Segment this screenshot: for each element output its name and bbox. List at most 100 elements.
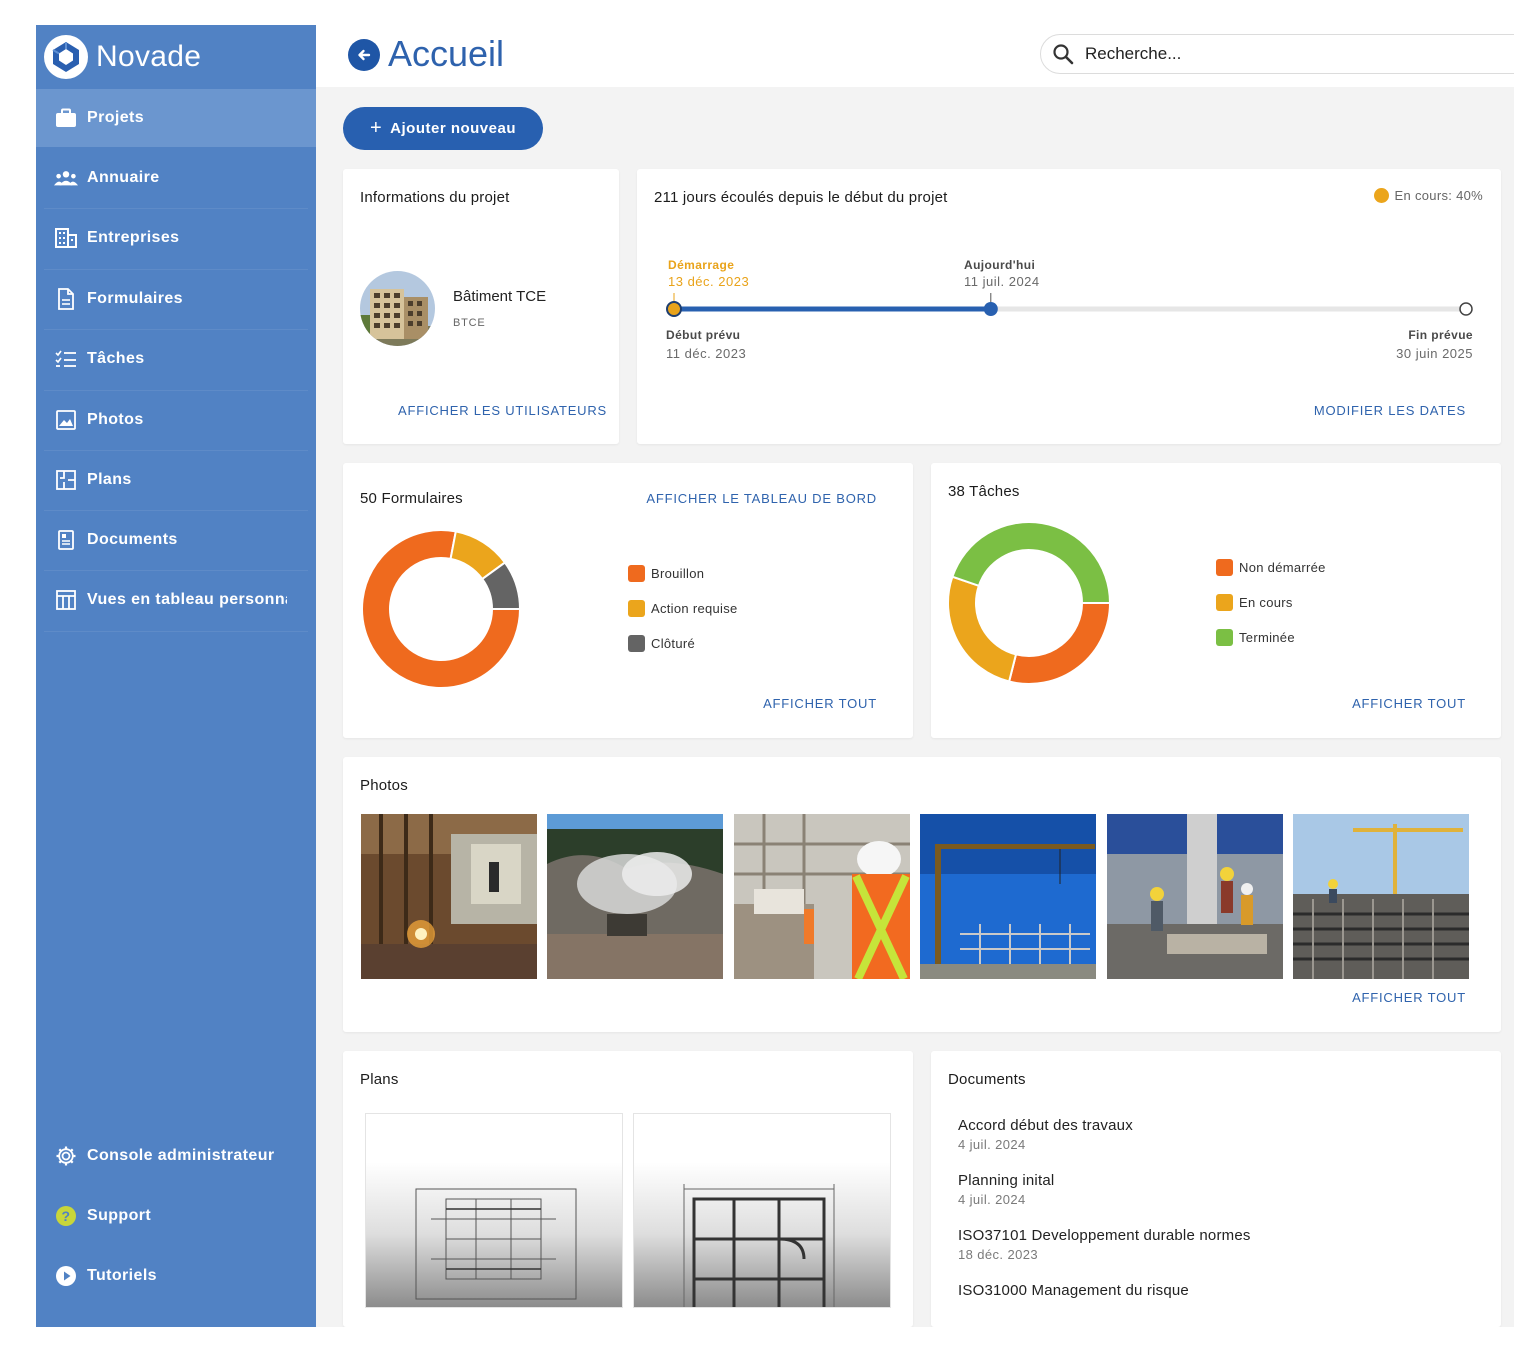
sidebar-item-label: Photos	[87, 411, 144, 428]
users-icon	[54, 166, 78, 190]
project-name: Bâtiment TCE	[453, 288, 547, 305]
sidebar-item-label: Support	[87, 1207, 152, 1224]
sidebar-item-plans[interactable]: Plans	[36, 451, 316, 509]
page-title: Accueil	[388, 33, 505, 74]
sidebar-item-formulaires[interactable]: Formulaires	[36, 270, 316, 328]
card-title: 211 jours écoulés depuis le début du pro…	[654, 189, 948, 206]
tasks-card: 38 Tâches Non démarrée En cours Terminée A…	[931, 463, 1501, 738]
photo-thumbnail[interactable]	[1107, 814, 1283, 979]
sidebar-item-admin-console[interactable]: Console administrateur	[36, 1127, 316, 1185]
add-new-button[interactable]: + Ajouter nouveau	[343, 107, 543, 150]
sidebar-item-label: Formulaires	[87, 290, 183, 307]
forms-show-all-link[interactable]: AFFICHER TOUT	[763, 696, 877, 711]
status-dot	[1373, 188, 1389, 203]
sidebar-item-annuaire[interactable]: Annuaire	[36, 149, 316, 207]
card-title: 38 Tâches	[948, 483, 1020, 500]
forms-card: 50 Formulaires AFFICHER LE TABLEAU DE BO…	[343, 463, 913, 738]
legend-item[interactable]: Brouillon	[628, 565, 704, 582]
legend-item[interactable]: En cours	[1216, 594, 1293, 611]
planned-start-label: Début prévu	[666, 328, 741, 342]
project-timeline-card: 211 jours écoulés depuis le début du pro…	[637, 169, 1501, 444]
novade-logo-icon	[44, 35, 88, 79]
photo-thumbnail[interactable]	[361, 814, 537, 979]
document-name: Planning inital	[958, 1172, 1055, 1189]
project-info-card: Informations du projet Bâtiment TCE BTCE…	[343, 169, 619, 444]
sidebar-item-tutoriels[interactable]: Tutoriels	[36, 1247, 316, 1305]
legend-item[interactable]: Non démarrée	[1216, 559, 1326, 576]
sidebar-item-documents[interactable]: Documents	[36, 511, 316, 569]
search-input[interactable]	[1085, 44, 1485, 64]
card-title: Documents	[948, 1071, 1026, 1088]
photos-show-all-link[interactable]: AFFICHER TOUT	[1352, 990, 1466, 1005]
project-code: BTCE	[453, 317, 486, 329]
building-icon	[54, 226, 78, 250]
legend-item[interactable]: Terminée	[1216, 629, 1295, 646]
help-icon: ?	[54, 1204, 78, 1228]
table-icon	[54, 588, 78, 612]
planned-end-label: Fin prévue	[1408, 328, 1473, 342]
photo-thumbnail[interactable]	[1293, 814, 1469, 979]
card-title: Informations du projet	[360, 189, 510, 206]
edit-dates-link[interactable]: MODIFIER LES DATES	[1314, 403, 1466, 418]
search-bar[interactable]	[1040, 34, 1514, 74]
sidebar-item-photos[interactable]: Photos	[36, 391, 316, 449]
legend-label: Action requise	[651, 601, 738, 616]
arrow-left-icon	[358, 49, 371, 61]
project-avatar[interactable]	[360, 271, 435, 346]
sidebar-item-taches[interactable]: Tâches	[36, 330, 316, 388]
sidebar-item-support[interactable]: ? Support	[36, 1187, 316, 1245]
show-dashboard-link[interactable]: AFFICHER LE TABLEAU DE BORD	[646, 491, 877, 506]
back-button[interactable]	[348, 39, 380, 71]
document-name: Accord début des travaux	[958, 1117, 1133, 1134]
donut-slice-non-d-marr-e[interactable]	[1007, 602, 1111, 685]
sidebar-item-label: Tâches	[87, 350, 145, 367]
tasks-donut-chart	[947, 521, 1111, 685]
plan-thumbnail[interactable]	[633, 1113, 891, 1308]
image-icon	[54, 408, 78, 432]
legend-label: Clôturé	[651, 636, 696, 651]
sidebar-item-label: Tutoriels	[87, 1267, 157, 1284]
photo-thumbnail[interactable]	[920, 814, 1096, 979]
play-icon	[54, 1264, 78, 1288]
photo-thumbnail[interactable]	[734, 814, 910, 979]
today-label: Aujourd'hui	[964, 258, 1036, 272]
sidebar-item-label: Documents	[87, 531, 178, 548]
app-window: Novade Projets Annuaire Entreprises Form…	[36, 25, 1514, 1327]
show-users-link[interactable]: AFFICHER LES UTILISATEURS	[398, 403, 607, 418]
document-date: 4 juil. 2024	[958, 1192, 1026, 1207]
floor-plan-icon	[54, 468, 78, 492]
legend-label: Terminée	[1239, 630, 1295, 645]
photo-thumbnail[interactable]	[547, 814, 723, 979]
sidebar-item-label: Console administrateur	[87, 1147, 275, 1164]
document-date: 18 déc. 2023	[958, 1247, 1038, 1262]
top-header: Accueil	[316, 25, 1514, 87]
plans-card: Plans	[343, 1051, 913, 1327]
legend-swatch	[1216, 559, 1233, 576]
timeline-bar	[666, 293, 1473, 317]
documents-card: Documents Accord début des travaux 4 jui…	[931, 1051, 1501, 1327]
plus-icon: +	[369, 117, 383, 139]
app-name: Novade	[96, 40, 202, 73]
start-marker	[666, 301, 682, 317]
plan-thumbnail[interactable]	[365, 1113, 623, 1308]
document-icon	[54, 528, 78, 552]
sidebar-item-label: Vues en tableau personna	[87, 591, 287, 608]
legend-swatch	[1216, 594, 1233, 611]
sidebar-item-projets[interactable]: Projets	[36, 89, 316, 147]
document-date: 4 juil. 2024	[958, 1137, 1026, 1152]
brand[interactable]: Novade	[36, 25, 316, 89]
donut-slice-en-cours[interactable]	[947, 575, 1018, 683]
legend-item[interactable]: Action requise	[628, 600, 738, 617]
sidebar-item-custom-table-views[interactable]: Vues en tableau personna	[36, 571, 316, 629]
planned-start-date: 11 déc. 2023	[666, 346, 747, 361]
planned-end-date: 30 juin 2025	[1396, 346, 1473, 361]
search-icon	[1053, 44, 1074, 65]
sidebar-item-label: Annuaire	[87, 169, 160, 186]
svg-text:?: ?	[62, 1208, 71, 1224]
legend-item[interactable]: Clôturé	[628, 635, 695, 652]
tasks-show-all-link[interactable]: AFFICHER TOUT	[1352, 696, 1466, 711]
legend-swatch	[628, 565, 645, 582]
legend-label: En cours	[1239, 595, 1293, 610]
sidebar-item-entreprises[interactable]: Entreprises	[36, 209, 316, 267]
forms-donut-chart	[361, 529, 521, 689]
